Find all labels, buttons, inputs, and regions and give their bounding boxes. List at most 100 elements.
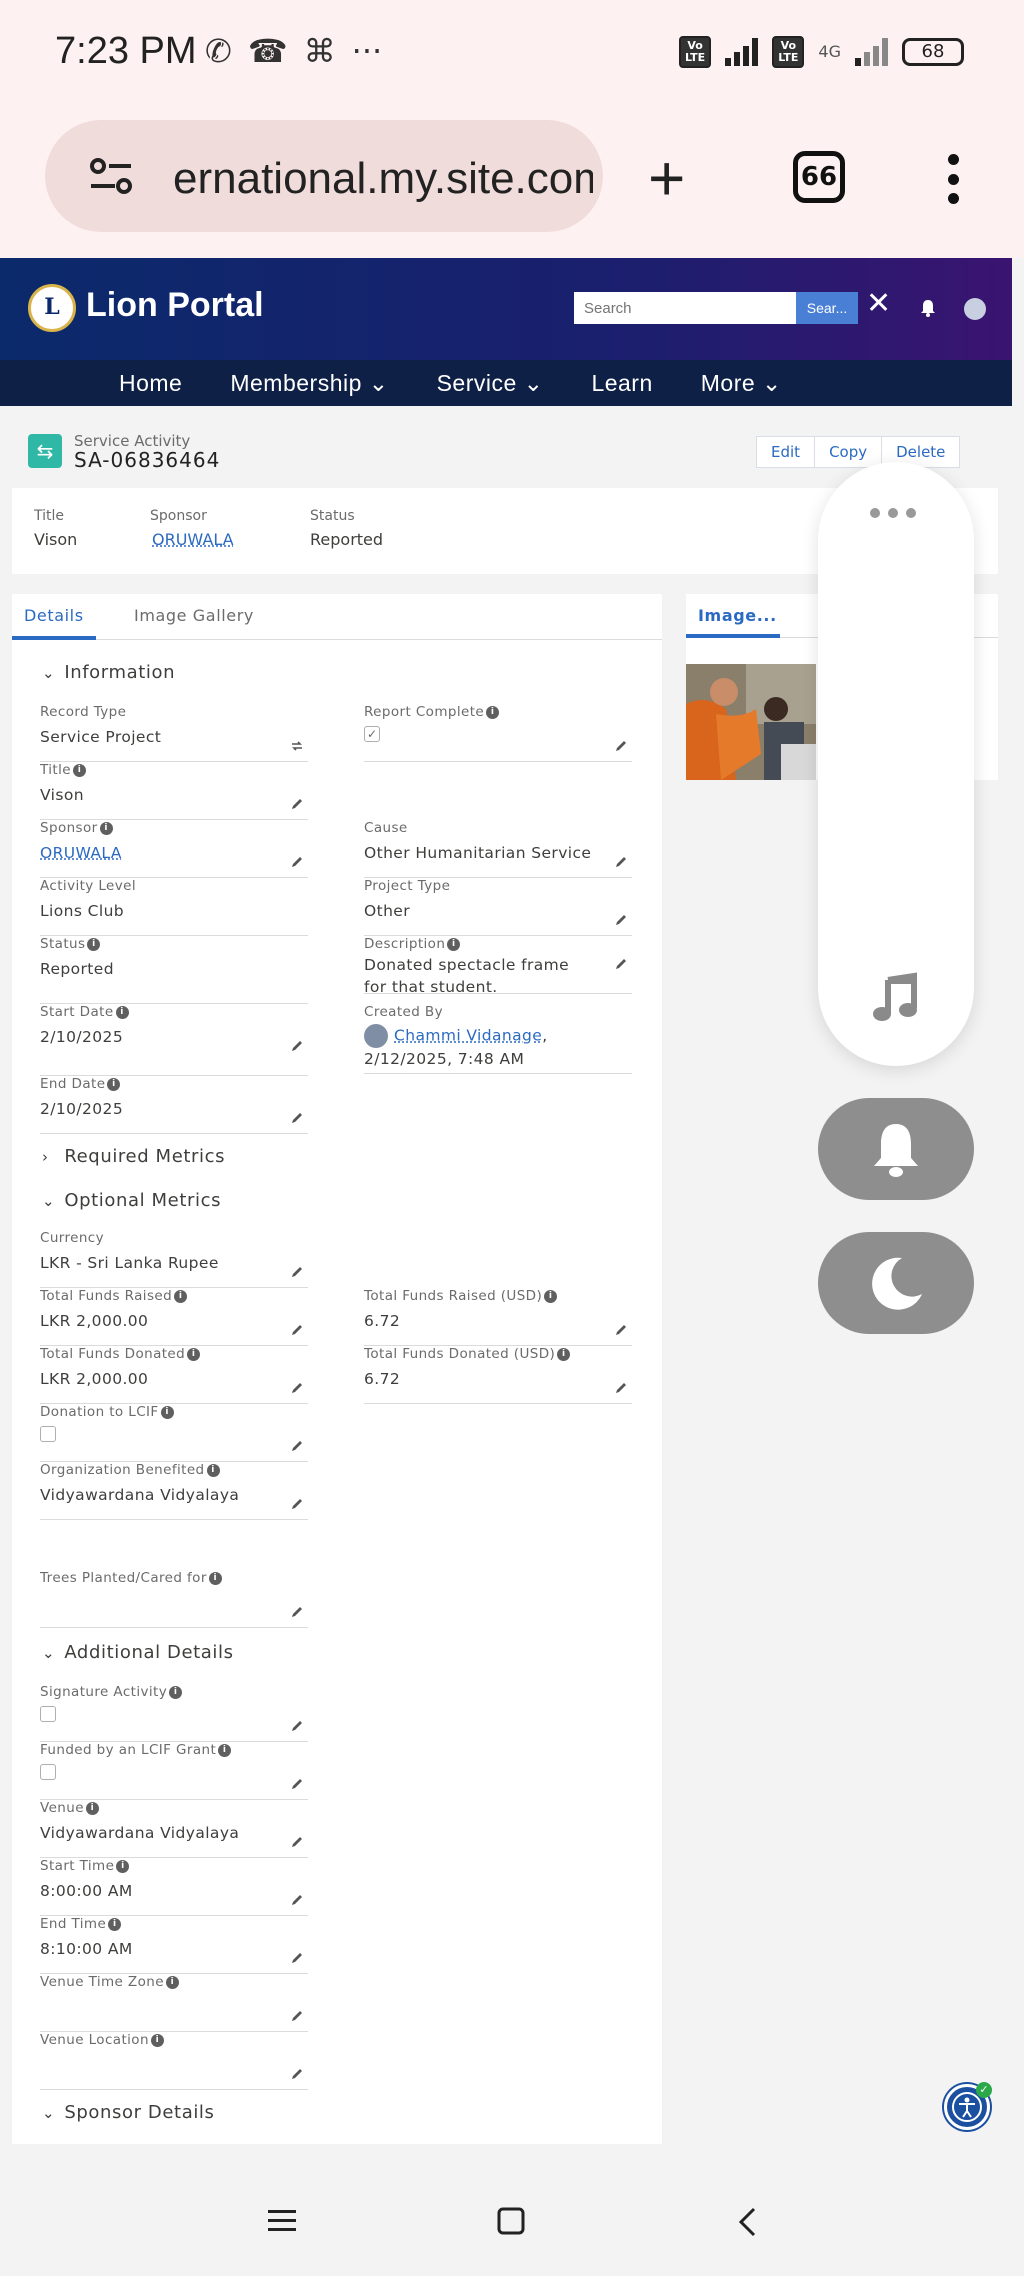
- field-record-type: Record Type Service Project: [40, 704, 308, 762]
- sponsor-link[interactable]: ORUWALA: [40, 842, 308, 864]
- pencil-icon[interactable]: [614, 1323, 628, 1337]
- pencil-icon[interactable]: [290, 855, 304, 869]
- info-icon[interactable]: i: [447, 937, 461, 951]
- field-value: 2/10/2025: [40, 1100, 124, 1118]
- pencil-icon[interactable]: [290, 2009, 304, 2023]
- search-input[interactable]: [574, 292, 796, 324]
- tab-details[interactable]: Details: [24, 606, 84, 625]
- sponsor-link[interactable]: ORUWALA: [152, 530, 234, 549]
- created-by-user-link[interactable]: Chammi Vidanage: [394, 1027, 542, 1045]
- pencil-icon[interactable]: [290, 1323, 304, 1337]
- floating-media-panel[interactable]: [818, 462, 974, 1066]
- field-venue: Venue i Vidyawardana Vidyalaya: [40, 1800, 308, 1858]
- info-icon[interactable]: i: [169, 1685, 183, 1699]
- pencil-icon[interactable]: [614, 957, 628, 971]
- report-complete-checkbox[interactable]: ✓: [364, 726, 380, 742]
- section-sponsor-details[interactable]: ⌄ Sponsor Details: [42, 2102, 215, 2123]
- tab-image[interactable]: Image...: [698, 606, 777, 625]
- avatar-icon[interactable]: [964, 298, 986, 320]
- portal-header: L Lion Portal Sear... ✕: [0, 258, 1012, 360]
- whatsapp-icon: ✆: [205, 32, 232, 70]
- pencil-icon[interactable]: [290, 1605, 304, 1619]
- info-icon[interactable]: i: [218, 1743, 232, 1757]
- pencil-icon[interactable]: [614, 913, 628, 927]
- nav-service[interactable]: Service ⌄: [413, 360, 568, 406]
- edit-button[interactable]: Edit: [756, 436, 816, 468]
- info-icon[interactable]: i: [87, 937, 101, 951]
- info-icon[interactable]: i: [208, 1571, 222, 1585]
- bell-icon[interactable]: [918, 298, 938, 318]
- info-icon[interactable]: i: [160, 1405, 174, 1419]
- info-icon[interactable]: i: [116, 1859, 130, 1873]
- pencil-icon[interactable]: [290, 2067, 304, 2081]
- pencil-icon[interactable]: [614, 1381, 628, 1395]
- url-text[interactable]: ernational.my.site.com: [173, 154, 593, 204]
- info-icon[interactable]: i: [174, 1289, 188, 1303]
- tab-image-gallery[interactable]: Image Gallery: [134, 606, 254, 625]
- copy-button[interactable]: Copy: [815, 436, 883, 468]
- info-icon[interactable]: i: [187, 1347, 201, 1361]
- section-additional-details[interactable]: ⌄ Additional Details: [42, 1642, 234, 1663]
- section-information[interactable]: ⌄ Information: [42, 662, 175, 683]
- close-icon[interactable]: ✕: [866, 286, 891, 321]
- kebab-menu-icon[interactable]: [946, 154, 960, 204]
- pencil-icon[interactable]: [290, 1381, 304, 1395]
- home-icon[interactable]: [496, 2206, 526, 2236]
- pencil-icon[interactable]: [290, 1951, 304, 1965]
- nav-home[interactable]: Home: [95, 360, 206, 406]
- pencil-icon[interactable]: [614, 739, 628, 753]
- pencil-icon[interactable]: [614, 855, 628, 869]
- info-icon[interactable]: i: [108, 1917, 122, 1931]
- pencil-icon[interactable]: [290, 1777, 304, 1791]
- notification-toggle-button[interactable]: [818, 1098, 974, 1200]
- pencil-icon[interactable]: [290, 1835, 304, 1849]
- section-optional-metrics[interactable]: ⌄ Optional Metrics: [42, 1190, 221, 1211]
- change-record-type-icon[interactable]: [290, 739, 304, 753]
- info-icon[interactable]: i: [150, 2033, 164, 2047]
- dark-mode-toggle-button[interactable]: [818, 1232, 974, 1334]
- pencil-icon[interactable]: [290, 1111, 304, 1125]
- info-icon[interactable]: i: [544, 1289, 558, 1303]
- search-button[interactable]: Sear...: [796, 292, 858, 324]
- tune-icon[interactable]: [89, 158, 133, 194]
- pencil-icon[interactable]: [290, 1497, 304, 1511]
- address-bar[interactable]: ernational.my.site.com: [45, 120, 603, 232]
- new-tab-button[interactable]: +: [648, 146, 685, 210]
- section-required-metrics[interactable]: › Required Metrics: [42, 1146, 225, 1167]
- lcif-grant-checkbox[interactable]: [40, 1764, 56, 1780]
- music-icon[interactable]: [870, 972, 922, 1024]
- info-icon[interactable]: i: [115, 1005, 129, 1019]
- field-org-benefited: Organization Benefited i Vidyawardana Vid…: [40, 1462, 308, 1520]
- info-icon[interactable]: i: [486, 705, 500, 719]
- info-icon[interactable]: i: [107, 1077, 121, 1091]
- pencil-icon[interactable]: [290, 1439, 304, 1453]
- signal-icon: [725, 38, 759, 66]
- nav-more[interactable]: More ⌄: [677, 360, 806, 406]
- label-text: Funded by an LCIF Grant: [40, 1742, 217, 1758]
- info-icon[interactable]: i: [557, 1347, 571, 1361]
- pencil-icon[interactable]: [290, 1039, 304, 1053]
- more-dots-icon[interactable]: [870, 508, 916, 518]
- donation-lcif-checkbox[interactable]: [40, 1426, 56, 1442]
- pencil-icon[interactable]: [290, 1719, 304, 1733]
- field-label: Created By: [364, 1004, 443, 1020]
- field-cause: Cause Other Humanitarian Service: [364, 820, 632, 878]
- info-icon[interactable]: i: [99, 821, 113, 835]
- info-icon[interactable]: i: [72, 763, 86, 777]
- nav-learn[interactable]: Learn: [567, 360, 676, 406]
- field-value: Donated spectacle frame for that student…: [364, 956, 570, 996]
- info-icon[interactable]: i: [206, 1463, 220, 1477]
- pencil-icon[interactable]: [290, 1265, 304, 1279]
- activity-photo[interactable]: [686, 664, 816, 780]
- pencil-icon[interactable]: [290, 1893, 304, 1907]
- lions-logo-icon[interactable]: L: [28, 284, 76, 332]
- nav-membership[interactable]: Membership ⌄: [206, 360, 412, 406]
- menu-icon[interactable]: [266, 2208, 298, 2234]
- back-icon[interactable]: [736, 2206, 758, 2238]
- info-icon[interactable]: i: [85, 1801, 99, 1815]
- tab-switcher-button[interactable]: 66: [793, 151, 845, 203]
- pencil-icon[interactable]: [290, 797, 304, 811]
- portal-title[interactable]: Lion Portal: [86, 286, 264, 325]
- info-icon[interactable]: i: [165, 1975, 179, 1989]
- signature-activity-checkbox[interactable]: [40, 1706, 56, 1722]
